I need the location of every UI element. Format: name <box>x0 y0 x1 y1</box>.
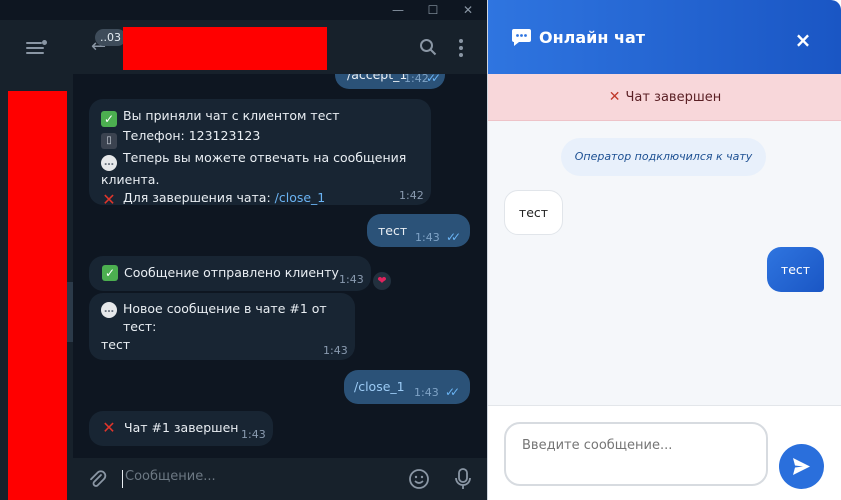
search-icon[interactable] <box>419 38 437 56</box>
message-list: /accept_1 1:42 ✓✓ ✓ Вы приняли чат с клие… <box>73 74 487 458</box>
send-button[interactable] <box>779 444 824 489</box>
widget-title: Онлайн чат <box>539 28 646 47</box>
message-input[interactable]: Сообщение... <box>125 469 216 484</box>
heart-icon[interactable]: ❤ <box>373 272 391 290</box>
chat-ended-banner: ✕ Чат завершен <box>488 74 841 121</box>
message-incoming: ✓ Вы приняли чат с клиентом тест ▯ Телефон… <box>89 99 431 209</box>
message-time: 1:43 <box>414 386 439 399</box>
widget-messages: Оператор подключился к чату тест тест <box>488 121 841 405</box>
message-text: Новое сообщение в чате #1 от тест: <box>123 301 327 334</box>
message-line: ▯ Телефон: 123123123 <box>101 127 419 149</box>
message-text: /accept_1 <box>347 74 408 82</box>
message-incoming: … Новое сообщение в чате #1 от тест: тес… <box>89 293 355 360</box>
microphone-icon[interactable] <box>454 467 472 491</box>
message-time: 1:43 <box>339 273 364 286</box>
chat-icon <box>512 29 531 46</box>
close-command-link[interactable]: /close_1 <box>275 190 326 205</box>
read-ticks-icon: ✓✓ <box>426 74 441 85</box>
message-incoming: ✓ Сообщение отправлено клиенту 1:43 <box>89 256 371 291</box>
cross-icon: ✕ <box>608 89 621 105</box>
message-time: 1:43 <box>241 428 266 441</box>
user-message: тест <box>767 247 824 292</box>
read-ticks-icon: ✓✓ <box>445 385 460 399</box>
telegram-window: — ☐ ✕ ← ..03 /accept_1 1:42 ✓✓ ✓ Вы прин… <box>0 0 487 500</box>
message-line: ✕ Для завершения чата: /close_1 <box>102 190 326 209</box>
widget-header: Онлайн чат × <box>488 0 841 74</box>
smile-icon[interactable] <box>408 468 430 490</box>
message-line: ✓ Вы приняли чат с клиентом тест <box>101 107 419 127</box>
message-outgoing: тест 1:43 ✓✓ <box>367 214 470 247</box>
close-icon[interactable]: × <box>791 28 815 52</box>
message-text[interactable]: /close_1 <box>354 378 405 396</box>
redacted-chat-title[interactable] <box>123 27 327 70</box>
speech-bubble-icon: … <box>101 302 117 318</box>
paperclip-icon[interactable] <box>87 469 107 489</box>
message-text: Чат #1 завершен <box>124 420 239 435</box>
chat-header: ← ..03 <box>73 20 487 74</box>
system-message: Оператор подключился к чату <box>561 138 766 176</box>
read-ticks-icon: ✓✓ <box>446 230 461 244</box>
redacted-chat-list <box>8 91 67 500</box>
phone-icon: ▯ <box>101 133 117 149</box>
message-text: тест <box>378 223 408 238</box>
operator-message: тест <box>504 190 563 235</box>
widget-footer <box>488 405 841 500</box>
message-time: 1:42 <box>404 74 429 85</box>
message-time: 1:43 <box>323 344 348 357</box>
message-time: 1:43 <box>415 231 440 244</box>
status-text: Чат завершен <box>625 90 722 105</box>
message-incoming: ✕ Чат #1 завершен 1:43 <box>89 411 273 446</box>
message-input[interactable] <box>504 422 768 486</box>
message-outgoing: /close_1 1:43 ✓✓ <box>344 370 470 404</box>
cross-icon: ✕ <box>102 190 116 209</box>
notification-dot <box>42 40 47 45</box>
minimize-button[interactable]: — <box>383 1 413 19</box>
unread-badge: ..03 <box>95 29 126 46</box>
message-text: Сообщение отправлено клиенту <box>124 265 339 280</box>
more-vertical-icon[interactable] <box>459 39 463 57</box>
message-time: 1:42 <box>399 189 424 202</box>
maximize-button[interactable]: ☐ <box>418 1 448 19</box>
speech-bubble-icon: … <box>101 155 117 171</box>
online-chat-widget: Онлайн чат × ✕ Чат завершен Оператор подк… <box>487 0 841 500</box>
checkmark-icon: ✓ <box>101 111 117 127</box>
window-titlebar: — ☐ ✕ <box>0 0 487 20</box>
message-composer: Сообщение... <box>73 458 487 500</box>
cross-icon: ✕ <box>102 418 116 437</box>
send-icon <box>793 458 810 475</box>
message-outgoing: /accept_1 1:42 ✓✓ <box>335 74 445 89</box>
message-line: … Теперь вы можете отвечать на сообщения … <box>101 150 407 187</box>
message-text: тест <box>101 337 131 352</box>
close-window-button[interactable]: ✕ <box>453 1 483 19</box>
text-caret <box>122 470 123 488</box>
checkmark-icon: ✓ <box>102 265 118 281</box>
chat-list-column <box>0 20 73 500</box>
